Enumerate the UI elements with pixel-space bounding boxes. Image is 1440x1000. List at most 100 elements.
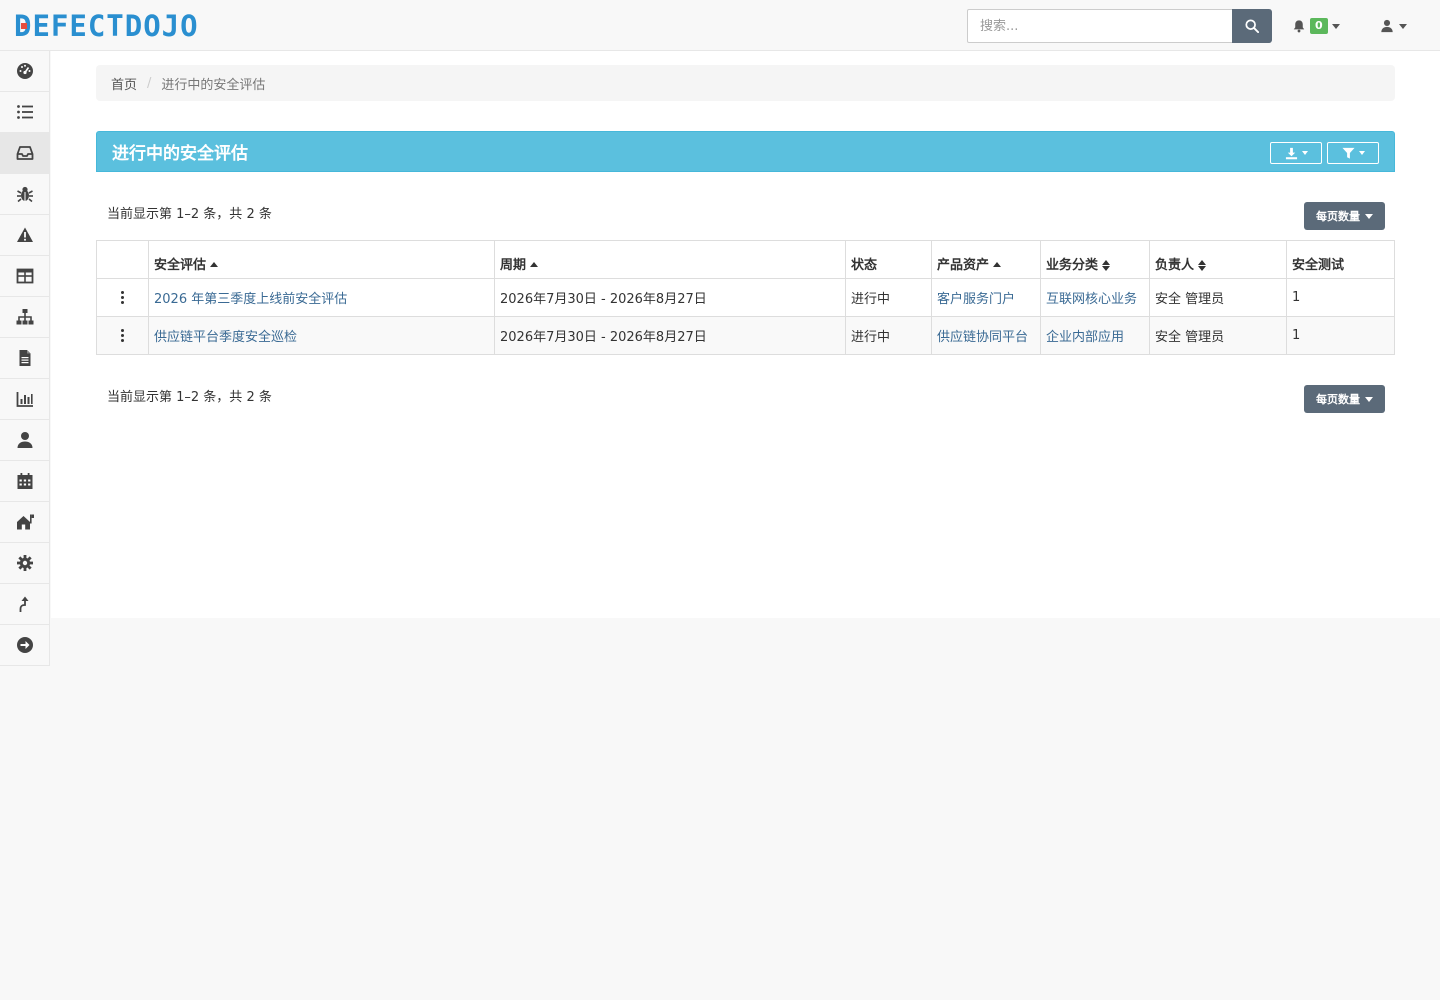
sidebar-item-components[interactable] bbox=[0, 256, 49, 297]
defectdojo-logo[interactable]: DEFECTDOJO bbox=[14, 9, 199, 43]
page-size-label: 每页数量 bbox=[1316, 210, 1360, 223]
home-flag-icon bbox=[16, 514, 34, 530]
kebab-menu-icon bbox=[121, 329, 124, 342]
sort-icon bbox=[1102, 260, 1111, 271]
product-link[interactable]: 客户服务门户 bbox=[937, 292, 1015, 307]
sidebar-item-findings[interactable] bbox=[0, 174, 49, 215]
sidebar-item-expand[interactable] bbox=[0, 625, 49, 666]
warning-icon bbox=[16, 227, 33, 242]
tests-count-cell: 1 bbox=[1286, 316, 1395, 355]
filter-icon bbox=[1341, 147, 1355, 159]
sidebar-item-survey[interactable] bbox=[0, 502, 49, 543]
column-header-lead[interactable]: 负责人 bbox=[1149, 240, 1287, 279]
page-size-button-bottom[interactable]: 每页数量 bbox=[1304, 385, 1385, 413]
chevron-down-icon bbox=[1331, 23, 1340, 29]
top-navbar: DEFECTDOJO 0 bbox=[0, 0, 1440, 51]
engagements-table: 安全评估 周期 状态 产品资产 业务分类 负责人 安全测试 2026 年第三季度… bbox=[96, 240, 1395, 355]
sidebar-item-risk[interactable] bbox=[0, 215, 49, 256]
column-header-engagement[interactable]: 安全评估 bbox=[148, 240, 495, 279]
filter-dropdown-button[interactable] bbox=[1327, 142, 1379, 164]
table-icon bbox=[16, 268, 33, 284]
table-row: 2026 年第三季度上线前安全评估 2026年7月30日 - 2026年8月27… bbox=[96, 278, 1395, 317]
sidebar-item-upload[interactable] bbox=[0, 584, 49, 625]
sidebar bbox=[0, 51, 50, 666]
engagement-link[interactable]: 供应链平台季度安全巡检 bbox=[154, 330, 297, 345]
search-input[interactable] bbox=[967, 9, 1233, 43]
page-size-label: 每页数量 bbox=[1316, 393, 1360, 406]
arrow-circle-right-icon bbox=[16, 637, 33, 653]
sitemap-icon bbox=[16, 309, 33, 325]
column-header-product[interactable]: 产品资产 bbox=[931, 240, 1041, 279]
actions-column-header bbox=[96, 240, 149, 279]
chevron-down-icon bbox=[1365, 213, 1373, 219]
upload-arrow-icon bbox=[19, 596, 28, 612]
user-icon bbox=[17, 432, 32, 448]
sort-asc-icon bbox=[993, 262, 1002, 267]
sidebar-item-configuration[interactable] bbox=[0, 543, 49, 584]
notification-count-badge: 0 bbox=[1310, 18, 1328, 34]
table-header-row: 安全评估 周期 状态 产品资产 业务分类 负责人 安全测试 bbox=[96, 240, 1395, 279]
search-button[interactable] bbox=[1232, 9, 1272, 43]
category-link[interactable]: 企业内部应用 bbox=[1046, 330, 1124, 345]
sidebar-item-users[interactable] bbox=[0, 420, 49, 461]
file-icon bbox=[19, 350, 30, 366]
sidebar-item-list[interactable] bbox=[0, 92, 49, 133]
status-cell: 进行中 bbox=[845, 278, 932, 317]
logo-dot bbox=[21, 23, 27, 29]
user-menu-dropdown[interactable] bbox=[1380, 16, 1407, 36]
bar-chart-icon bbox=[16, 392, 33, 407]
sort-icon bbox=[1198, 260, 1207, 271]
notifications-dropdown[interactable]: 0 bbox=[1292, 16, 1340, 36]
chevron-down-icon bbox=[1365, 396, 1373, 402]
bell-icon bbox=[1293, 20, 1305, 33]
category-link[interactable]: 互联网核心业务 bbox=[1046, 292, 1137, 307]
search-icon bbox=[1245, 19, 1259, 33]
panel-heading: 进行中的安全评估 bbox=[96, 131, 1395, 172]
column-header-tests: 安全测试 bbox=[1286, 240, 1395, 279]
breadcrumb-current: 进行中的安全评估 bbox=[161, 77, 266, 93]
export-dropdown-button[interactable] bbox=[1270, 142, 1322, 164]
download-icon bbox=[1285, 147, 1297, 159]
bug-icon bbox=[16, 186, 33, 203]
sidebar-item-reports[interactable] bbox=[0, 338, 49, 379]
sort-asc-icon bbox=[530, 262, 539, 267]
page-size-button-top[interactable]: 每页数量 bbox=[1304, 202, 1385, 230]
column-header-status: 状态 bbox=[845, 240, 932, 279]
row-actions-menu[interactable] bbox=[96, 278, 149, 317]
kebab-menu-icon bbox=[121, 291, 124, 304]
sidebar-item-metrics[interactable] bbox=[0, 379, 49, 420]
product-link[interactable]: 供应链协同平台 bbox=[937, 330, 1028, 345]
list-icon bbox=[16, 105, 33, 119]
main-content: 首页 / 进行中的安全评估 进行中的安全评估 当前显示第 1–2 条，共 2 条… bbox=[51, 51, 1440, 618]
period-cell: 2026年7月30日 - 2026年8月27日 bbox=[494, 278, 846, 317]
breadcrumb-separator: / bbox=[147, 75, 152, 91]
sidebar-item-dashboard[interactable] bbox=[0, 51, 49, 92]
sidebar-item-calendar[interactable] bbox=[0, 461, 49, 502]
sidebar-item-product-types[interactable] bbox=[0, 297, 49, 338]
breadcrumb-home-link[interactable]: 首页 bbox=[111, 74, 137, 93]
chevron-down-icon bbox=[1301, 151, 1308, 155]
tests-count-cell: 1 bbox=[1286, 278, 1395, 317]
calendar-icon bbox=[17, 473, 32, 489]
chevron-down-icon bbox=[1358, 151, 1365, 155]
column-header-category[interactable]: 业务分类 bbox=[1040, 240, 1150, 279]
user-icon bbox=[1381, 19, 1393, 33]
row-actions-menu[interactable] bbox=[96, 316, 149, 355]
chevron-down-icon bbox=[1399, 23, 1407, 29]
gear-icon bbox=[16, 555, 33, 571]
sidebar-item-engagements[interactable] bbox=[0, 133, 49, 174]
logo-text: DEFECTDOJO bbox=[14, 9, 199, 43]
column-header-period[interactable]: 周期 bbox=[494, 240, 846, 279]
status-cell: 进行中 bbox=[845, 316, 932, 355]
pagination-summary-bottom: 当前显示第 1–2 条，共 2 条 bbox=[107, 390, 272, 405]
breadcrumb: 首页 / 进行中的安全评估 bbox=[96, 65, 1395, 101]
lead-cell: 安全 管理员 bbox=[1149, 278, 1287, 317]
page-title: 进行中的安全评估 bbox=[112, 144, 248, 164]
period-cell: 2026年7月30日 - 2026年8月27日 bbox=[494, 316, 846, 355]
sort-asc-icon bbox=[210, 262, 219, 267]
pagination-summary-top: 当前显示第 1–2 条，共 2 条 bbox=[107, 207, 272, 222]
engagement-link[interactable]: 2026 年第三季度上线前安全评估 bbox=[154, 292, 347, 307]
lead-cell: 安全 管理员 bbox=[1149, 316, 1287, 355]
table-row: 供应链平台季度安全巡检 2026年7月30日 - 2026年8月27日 进行中 … bbox=[96, 316, 1395, 355]
dashboard-icon bbox=[16, 63, 33, 79]
